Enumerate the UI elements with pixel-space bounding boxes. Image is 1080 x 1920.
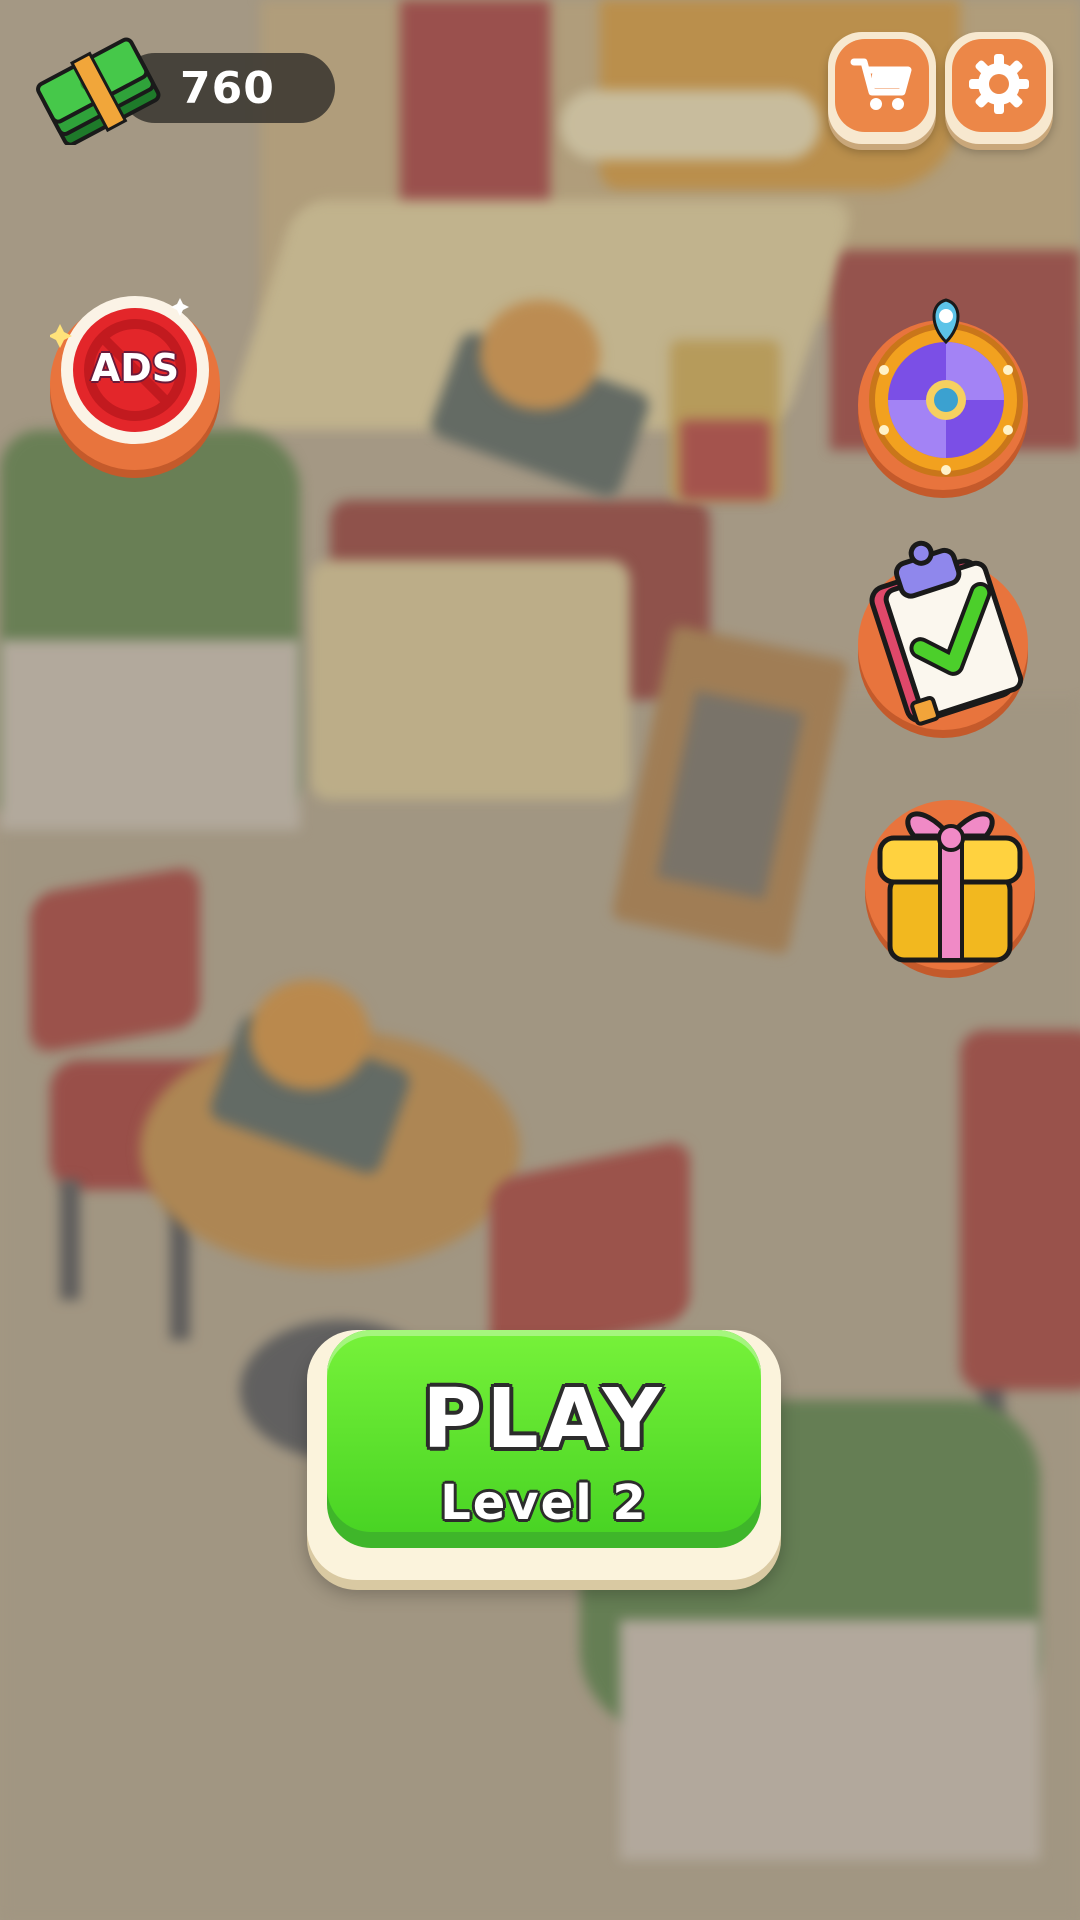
settings-button-face <box>952 39 1046 132</box>
settings-button[interactable] <box>945 32 1053 144</box>
cash-stack-icon <box>30 35 170 147</box>
play-label: PLAY <box>422 1372 666 1467</box>
remove-ads-button[interactable]: ADS <box>48 296 220 470</box>
clipboard-check-icon <box>854 520 1034 734</box>
level-label: Level 2 <box>440 1475 648 1531</box>
play-button[interactable]: PLAY Level 2 <box>327 1330 761 1548</box>
gift-box-icon <box>860 780 1040 974</box>
ads-label: ADS <box>90 346 180 390</box>
spin-wheel-button[interactable] <box>858 298 1028 490</box>
daily-gift-button[interactable] <box>865 800 1035 970</box>
tasks-button[interactable] <box>858 540 1028 730</box>
gear-icon <box>967 52 1031 120</box>
shop-button-face <box>835 39 929 132</box>
spin-wheel-icon <box>858 290 1028 484</box>
cash-amount: 760 <box>180 63 275 114</box>
play-button-frame: PLAY Level 2 <box>307 1330 781 1580</box>
shop-button[interactable] <box>828 32 936 144</box>
shopping-cart-icon <box>850 54 914 118</box>
cash-counter: 760 <box>30 35 335 147</box>
